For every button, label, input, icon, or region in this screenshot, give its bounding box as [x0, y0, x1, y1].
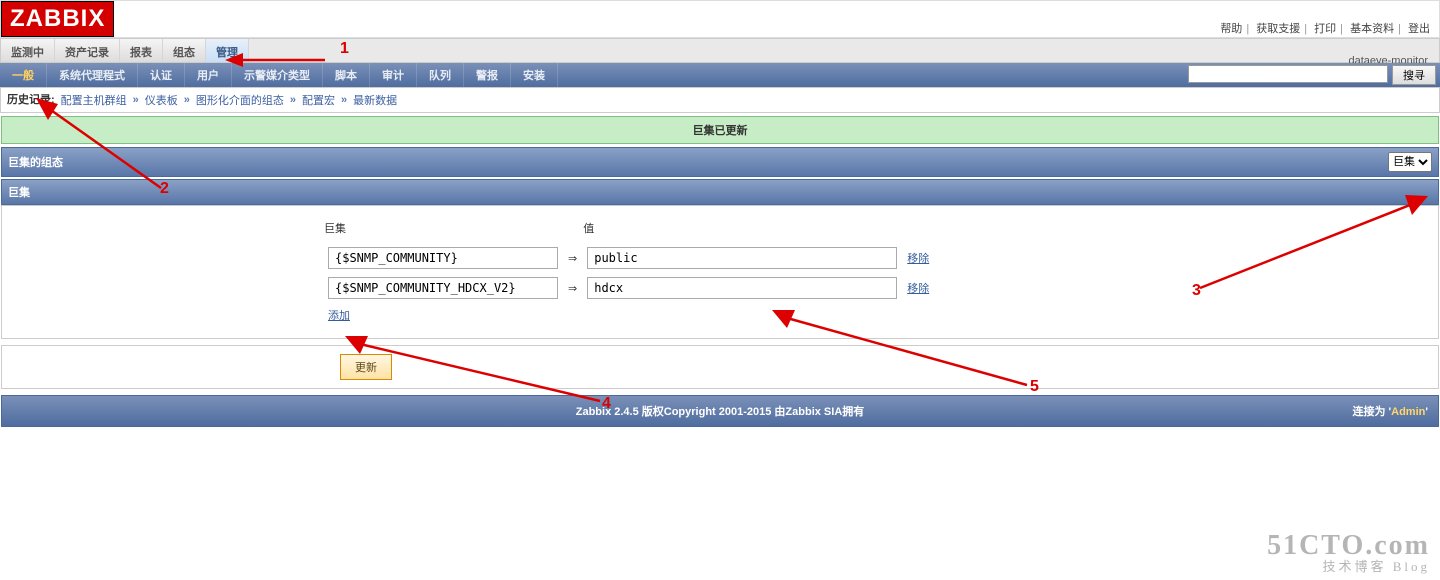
header-links: 帮助| 获取支援| 打印| 基本资料| 登出: [1220, 20, 1430, 36]
remove-link[interactable]: 移除: [907, 283, 929, 295]
tab-inventory[interactable]: 资产记录: [55, 39, 120, 62]
macro-bar: 巨集: [1, 179, 1439, 205]
macro-form: 巨集 值 ⇒ 移除 ⇒ 移除 添加: [1, 205, 1439, 339]
sub-tabs: 一般 系统代理程式 认证 用户 示警媒介类型 脚本 审计 队列 警报 安装 搜寻: [0, 63, 1440, 87]
logo: ZABBIX: [1, 1, 114, 37]
footer-text: Zabbix 2.4.5 版权Copyright 2001-2015 由Zabb…: [576, 403, 865, 419]
link-profile[interactable]: 基本资料: [1350, 23, 1394, 35]
subtab-media[interactable]: 示警媒介类型: [232, 63, 323, 87]
macro-name-input[interactable]: [328, 277, 558, 299]
watermark: 51CTO.com 技术博客 Blog: [1267, 531, 1430, 574]
history-bar: 历史记录: 配置主机群组» 仪表板» 图形化介面的组态» 配置宏» 最新数据: [0, 87, 1440, 113]
history-item[interactable]: 仪表板: [145, 92, 178, 108]
link-help[interactable]: 帮助: [1220, 23, 1242, 35]
link-logout[interactable]: 登出: [1408, 23, 1430, 35]
arrow-icon: ⇒: [564, 274, 581, 302]
update-button[interactable]: 更新: [340, 354, 392, 380]
add-link[interactable]: 添加: [328, 310, 350, 322]
subtab-auth[interactable]: 认证: [138, 63, 185, 87]
subtab-general[interactable]: 一般: [0, 63, 47, 87]
history-label: 历史记录:: [7, 94, 55, 106]
subtab-proxies[interactable]: 系统代理程式: [47, 63, 138, 87]
col-macro: 巨集: [324, 218, 562, 242]
tab-administration[interactable]: 管理: [206, 39, 249, 62]
main-tabs: 监测中 资产记录 报表 组态 管理: [0, 38, 1440, 63]
button-pane: 更新: [1, 345, 1439, 389]
config-bar: 巨集的组态 巨集: [1, 147, 1439, 177]
footer-user: 连接为 'Admin': [1352, 403, 1428, 419]
search-input[interactable]: [1188, 65, 1388, 83]
macro-name-input[interactable]: [328, 247, 558, 269]
subtab-queue[interactable]: 队列: [417, 63, 464, 87]
subtab-scripts[interactable]: 脚本: [323, 63, 370, 87]
subtab-users[interactable]: 用户: [185, 63, 232, 87]
history-item[interactable]: 配置主机群组: [61, 92, 127, 108]
table-row: ⇒ 移除: [324, 244, 933, 272]
success-banner: 巨集已更新: [1, 116, 1439, 144]
search-button[interactable]: 搜寻: [1392, 65, 1436, 85]
link-support[interactable]: 获取支援: [1256, 23, 1300, 35]
col-value: 值: [583, 218, 901, 242]
tab-configuration[interactable]: 组态: [163, 39, 206, 62]
arrow-icon: ⇒: [564, 244, 581, 272]
history-item[interactable]: 配置宏: [302, 92, 335, 108]
subtab-audit[interactable]: 审计: [370, 63, 417, 87]
tab-reports[interactable]: 报表: [120, 39, 163, 62]
macro-value-input[interactable]: [587, 247, 897, 269]
link-print[interactable]: 打印: [1314, 23, 1336, 35]
subtab-install[interactable]: 安装: [511, 63, 558, 87]
macro-value-input[interactable]: [587, 277, 897, 299]
remove-link[interactable]: 移除: [907, 253, 929, 265]
subtab-alerts[interactable]: 警报: [464, 63, 511, 87]
history-item[interactable]: 图形化介面的组态: [196, 92, 284, 108]
tab-monitoring[interactable]: 监测中: [1, 39, 55, 62]
history-item[interactable]: 最新数据: [353, 92, 397, 108]
table-row: ⇒ 移除: [324, 274, 933, 302]
macro-bar-title: 巨集: [8, 184, 30, 200]
config-dropdown[interactable]: 巨集: [1388, 152, 1432, 172]
config-bar-title: 巨集的组态: [8, 154, 63, 170]
footer: Zabbix 2.4.5 版权Copyright 2001-2015 由Zabb…: [1, 395, 1439, 427]
